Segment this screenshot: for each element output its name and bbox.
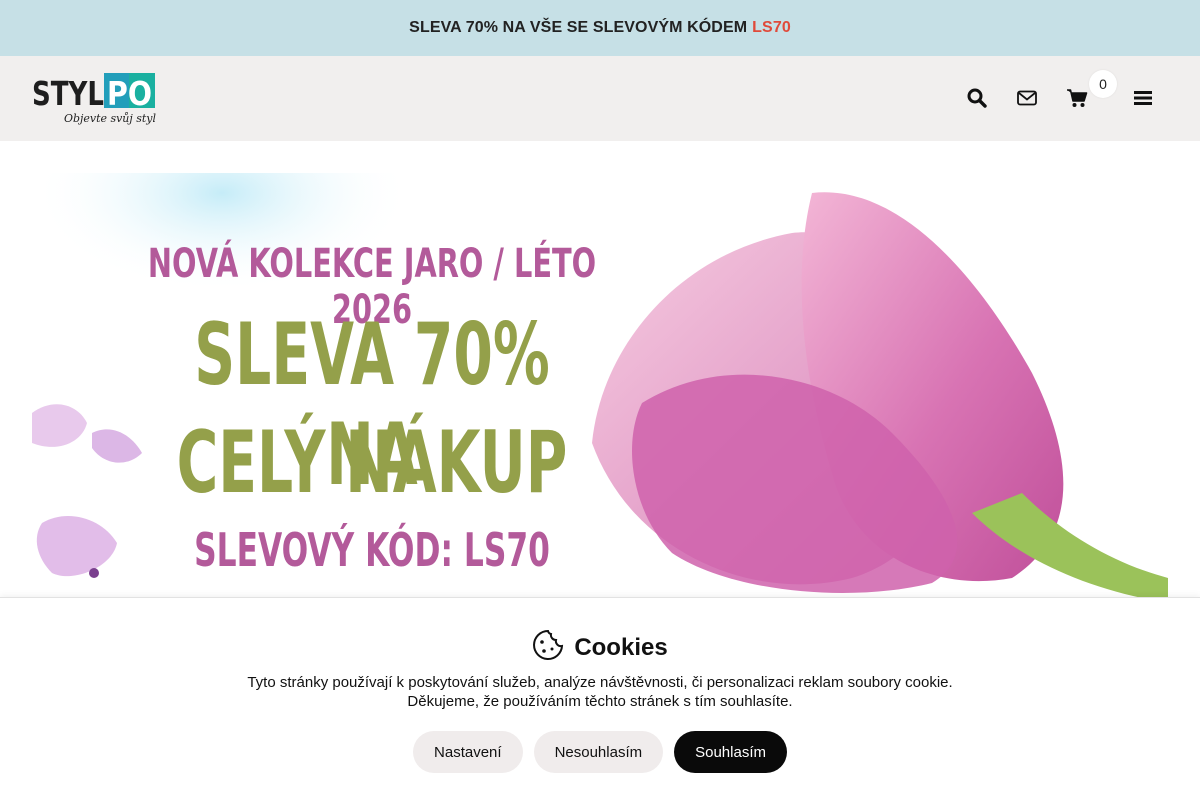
cookie-title-row: Cookies [0,629,1200,666]
banner-text: NOVÁ KOLEKCE JARO / LÉTO 2026 SLEVA 70% … [32,173,712,598]
promo-code: LS70 [752,19,791,36]
hero-banner[interactable]: NOVÁ KOLEKCE JARO / LÉTO 2026 SLEVA 70% … [32,173,1168,598]
logo-slogan: Objevte svůj styl [64,112,156,125]
cart-count-badge: 0 [1089,70,1117,98]
cookie-icon [532,629,564,666]
cookie-text: Tyto stránky používají k poskytování slu… [0,673,1200,711]
cookie-text-line-1: Tyto stránky používají k poskytování slu… [247,674,953,691]
banner-line-code: SLEVOVÝ KÓD: LS70 [194,523,550,577]
cookie-text-line-2: Děkujeme, že používáním těchto stránek s… [407,693,793,710]
mail-icon[interactable] [1015,86,1039,110]
cookie-consent-panel: Cookies Tyto stránky používají k poskyto… [0,597,1200,801]
promo-text: SLEVA 70% NA VŠE SE SLEVOVÝM KÓDEM [409,19,748,36]
promo-bar: SLEVA 70% NA VŠE SE SLEVOVÝM KÓDEM LS70 [0,0,1200,56]
cookie-buttons: Nastavení Nesouhlasím Souhlasím [0,731,1200,773]
logo-text-accent: PO [107,74,152,113]
cookie-title: Cookies [574,633,668,661]
logo-text-dark: STYL [32,74,104,113]
menu-icon[interactable] [1131,86,1155,110]
search-icon[interactable] [965,86,989,110]
logo[interactable]: STYL PO Objevte svůj styl [32,72,162,128]
site-header: STYL PO Objevte svůj styl 0 [0,56,1200,141]
banner-line-purchase: CELÝ NÁKUP [176,413,568,513]
cookie-accept-button[interactable]: Souhlasím [674,731,787,773]
cookie-decline-button[interactable]: Nesouhlasím [533,731,664,773]
cart-icon[interactable] [1065,86,1089,110]
cookie-settings-button[interactable]: Nastavení [413,731,523,773]
